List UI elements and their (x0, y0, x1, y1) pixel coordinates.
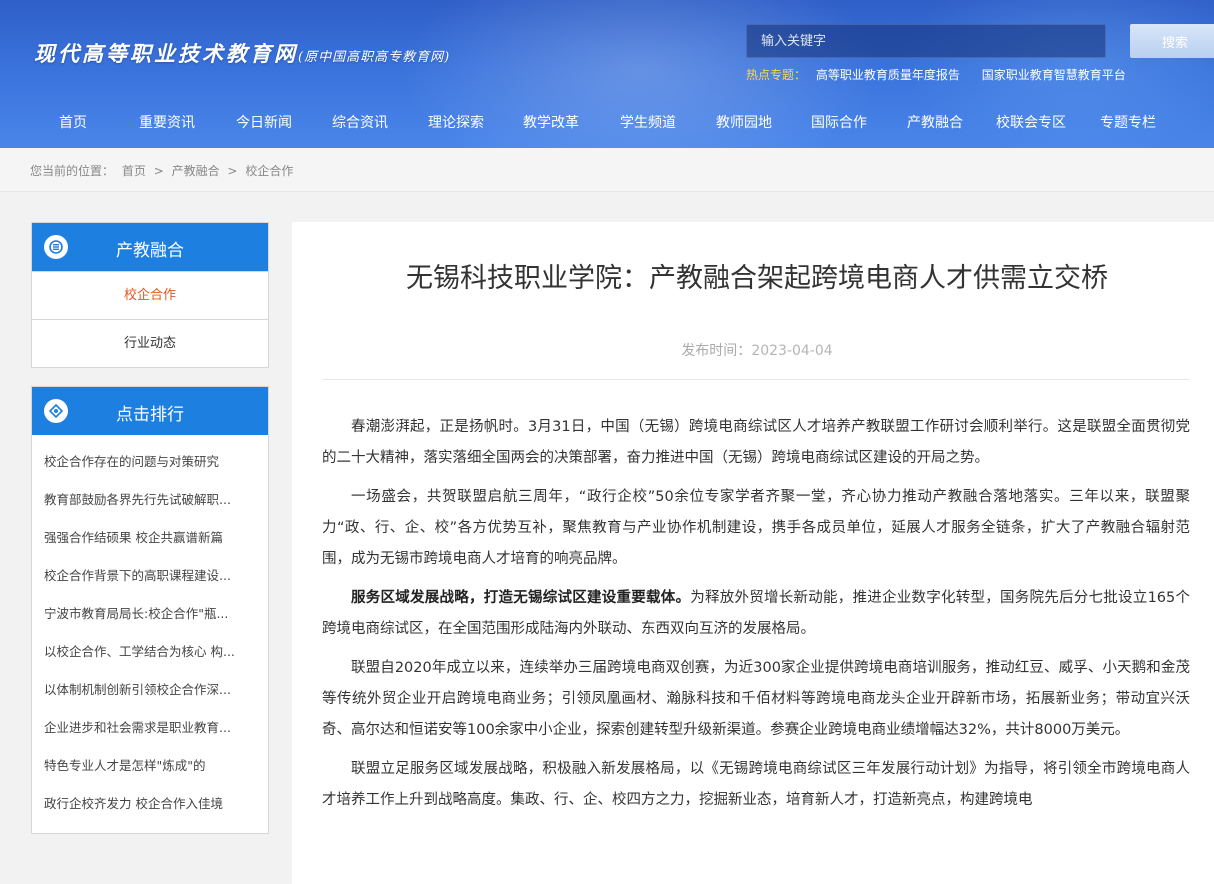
nav-item-teaching-reform[interactable]: 教学改革 (523, 112, 579, 132)
nav-item-special[interactable]: 专题专栏 (1100, 112, 1156, 132)
ranking-item[interactable]: 校企合作背景下的高职课程建设... (32, 557, 268, 595)
breadcrumb-sep: > (227, 164, 238, 178)
article-panel: 无锡科技职业学院：产教融合架起跨境电商人才供需立交桥 发布时间：2023-04-… (292, 222, 1214, 884)
ranking-panel-title: 点击排行 (116, 405, 184, 425)
category-item-industry-news[interactable]: 行业动态 (32, 319, 268, 367)
nav-item-international[interactable]: 国际合作 (811, 112, 867, 132)
breadcrumb: 您当前的位置： 首页 > 产教融合 > 校企合作 (30, 162, 297, 179)
article-paragraph: 春潮澎湃起，正是扬帆时。3月31日，中国（无锡）跨境电商综试区人才培养产教联盟工… (322, 419, 1190, 466)
site-header: 现代高等职业技术教育网(原中国高职高专教育网) 搜索 热点专题： 高等职业教育质… (0, 0, 1214, 148)
nav-item-alliance[interactable]: 校联会专区 (996, 112, 1066, 132)
logo-sub: (原中国高职高专教育网) (298, 50, 451, 65)
article-paragraph: 一场盛会，共贺联盟启航三周年，“政行企校”50余位专家学者齐聚一堂，齐心协力推动… (322, 489, 1190, 567)
ranking-panel: 点击排行 校企合作存在的问题与对策研究 教育部鼓励各界先行先试破解职... 强强… (31, 386, 269, 834)
breadcrumb-current[interactable]: 校企合作 (245, 164, 293, 178)
ranking-item[interactable]: 校企合作存在的问题与对策研究 (32, 443, 268, 481)
article-paragraph: 联盟立足服务区域发展战略，积极融入新发展格局，以《无锡跨境电商综试区三年发展行动… (322, 761, 1190, 808)
category-panel: 产教融合 校企合作 行业动态 (31, 222, 269, 368)
search-input[interactable] (746, 24, 1106, 58)
article-paragraph: 联盟自2020年成立以来，连续举办三届跨境电商双创赛，为近300家企业提供跨境电… (322, 660, 1190, 738)
hot-topics: 热点专题： 高等职业教育质量年度报告 国家职业教育智慧教育平台 (746, 66, 1144, 83)
ranking-item[interactable]: 宁波市教育局局长:校企合作"瓶... (32, 595, 268, 633)
ranking-panel-header: 点击排行 (32, 387, 268, 435)
ranking-item[interactable]: 特色专业人才是怎样"炼成"的 (32, 747, 268, 785)
nav-item-theory[interactable]: 理论探索 (428, 112, 484, 132)
ranking-item[interactable]: 政行企校齐发力 校企合作入佳境 (32, 785, 268, 823)
category-panel-title: 产教融合 (116, 241, 184, 261)
publish-date-value: 2023-04-04 (751, 343, 833, 359)
article-divider (322, 379, 1190, 380)
search-button[interactable]: 搜索 (1130, 24, 1214, 58)
nav-item-home[interactable]: 首页 (59, 112, 87, 132)
ranking-list: 校企合作存在的问题与对策研究 教育部鼓励各界先行先试破解职... 强强合作结硕果… (32, 435, 268, 833)
nav-item-today-news[interactable]: 今日新闻 (236, 112, 292, 132)
ranking-item[interactable]: 教育部鼓励各界先行先试破解职... (32, 481, 268, 519)
breadcrumb-label: 您当前的位置： (30, 164, 115, 178)
article-body: 春潮澎湃起，正是扬帆时。3月31日，中国（无锡）跨境电商综试区人才培养产教联盟工… (322, 412, 1190, 824)
ranking-item[interactable]: 企业进步和社会需求是职业教育... (32, 709, 268, 747)
article-title: 无锡科技职业学院：产教融合架起跨境电商人才供需立交桥 (406, 263, 1108, 294)
breadcrumb-home[interactable]: 首页 (122, 164, 146, 178)
ranking-item[interactable]: 强强合作结硕果 校企共赢谱新篇 (32, 519, 268, 557)
category-item-school-enterprise[interactable]: 校企合作 (32, 271, 268, 319)
site-logo[interactable]: 现代高等职业技术教育网(原中国高职高专教育网) (34, 38, 450, 68)
article-paragraph: 服务区域发展战略，打造无锡综试区建设重要载体。为释放外贸增长新动能，推进企业数字… (322, 583, 1190, 645)
breadcrumb-bar: 您当前的位置： 首页 > 产教融合 > 校企合作 (0, 148, 1214, 192)
nav-item-important-news[interactable]: 重要资讯 (139, 112, 195, 132)
hot-topic-link-report[interactable]: 高等职业教育质量年度报告 (816, 68, 960, 82)
nav-item-teachers[interactable]: 教师园地 (716, 112, 772, 132)
nav-item-students[interactable]: 学生频道 (620, 112, 676, 132)
category-panel-header: 产教融合 (32, 223, 268, 271)
hot-topics-label: 热点专题： (746, 68, 807, 82)
breadcrumb-industry-education[interactable]: 产教融合 (172, 164, 220, 178)
ranking-item[interactable]: 以体制机制创新引领校企合作深... (32, 671, 268, 709)
nav-item-industry-education[interactable]: 产教融合 (907, 112, 963, 132)
breadcrumb-sep: > (153, 164, 164, 178)
article-publish-date: 发布时间：2023-04-04 (322, 340, 1192, 360)
publish-date-label: 发布时间： (681, 343, 752, 359)
hot-topic-link-platform[interactable]: 国家职业教育智慧教育平台 (982, 68, 1126, 82)
main-nav: 首页 重要资讯 今日新闻 综合资讯 理论探索 教学改革 学生频道 教师园地 国际… (0, 112, 1214, 138)
article-paragraph-heading: 服务区域发展战略，打造无锡综试区建设重要载体。 (351, 590, 691, 606)
ranking-item[interactable]: 以校企合作、工学结合为核心 构... (32, 633, 268, 671)
logo-main: 现代高等职业技术教育网 (34, 41, 298, 66)
nav-item-general-news[interactable]: 综合资讯 (332, 112, 388, 132)
